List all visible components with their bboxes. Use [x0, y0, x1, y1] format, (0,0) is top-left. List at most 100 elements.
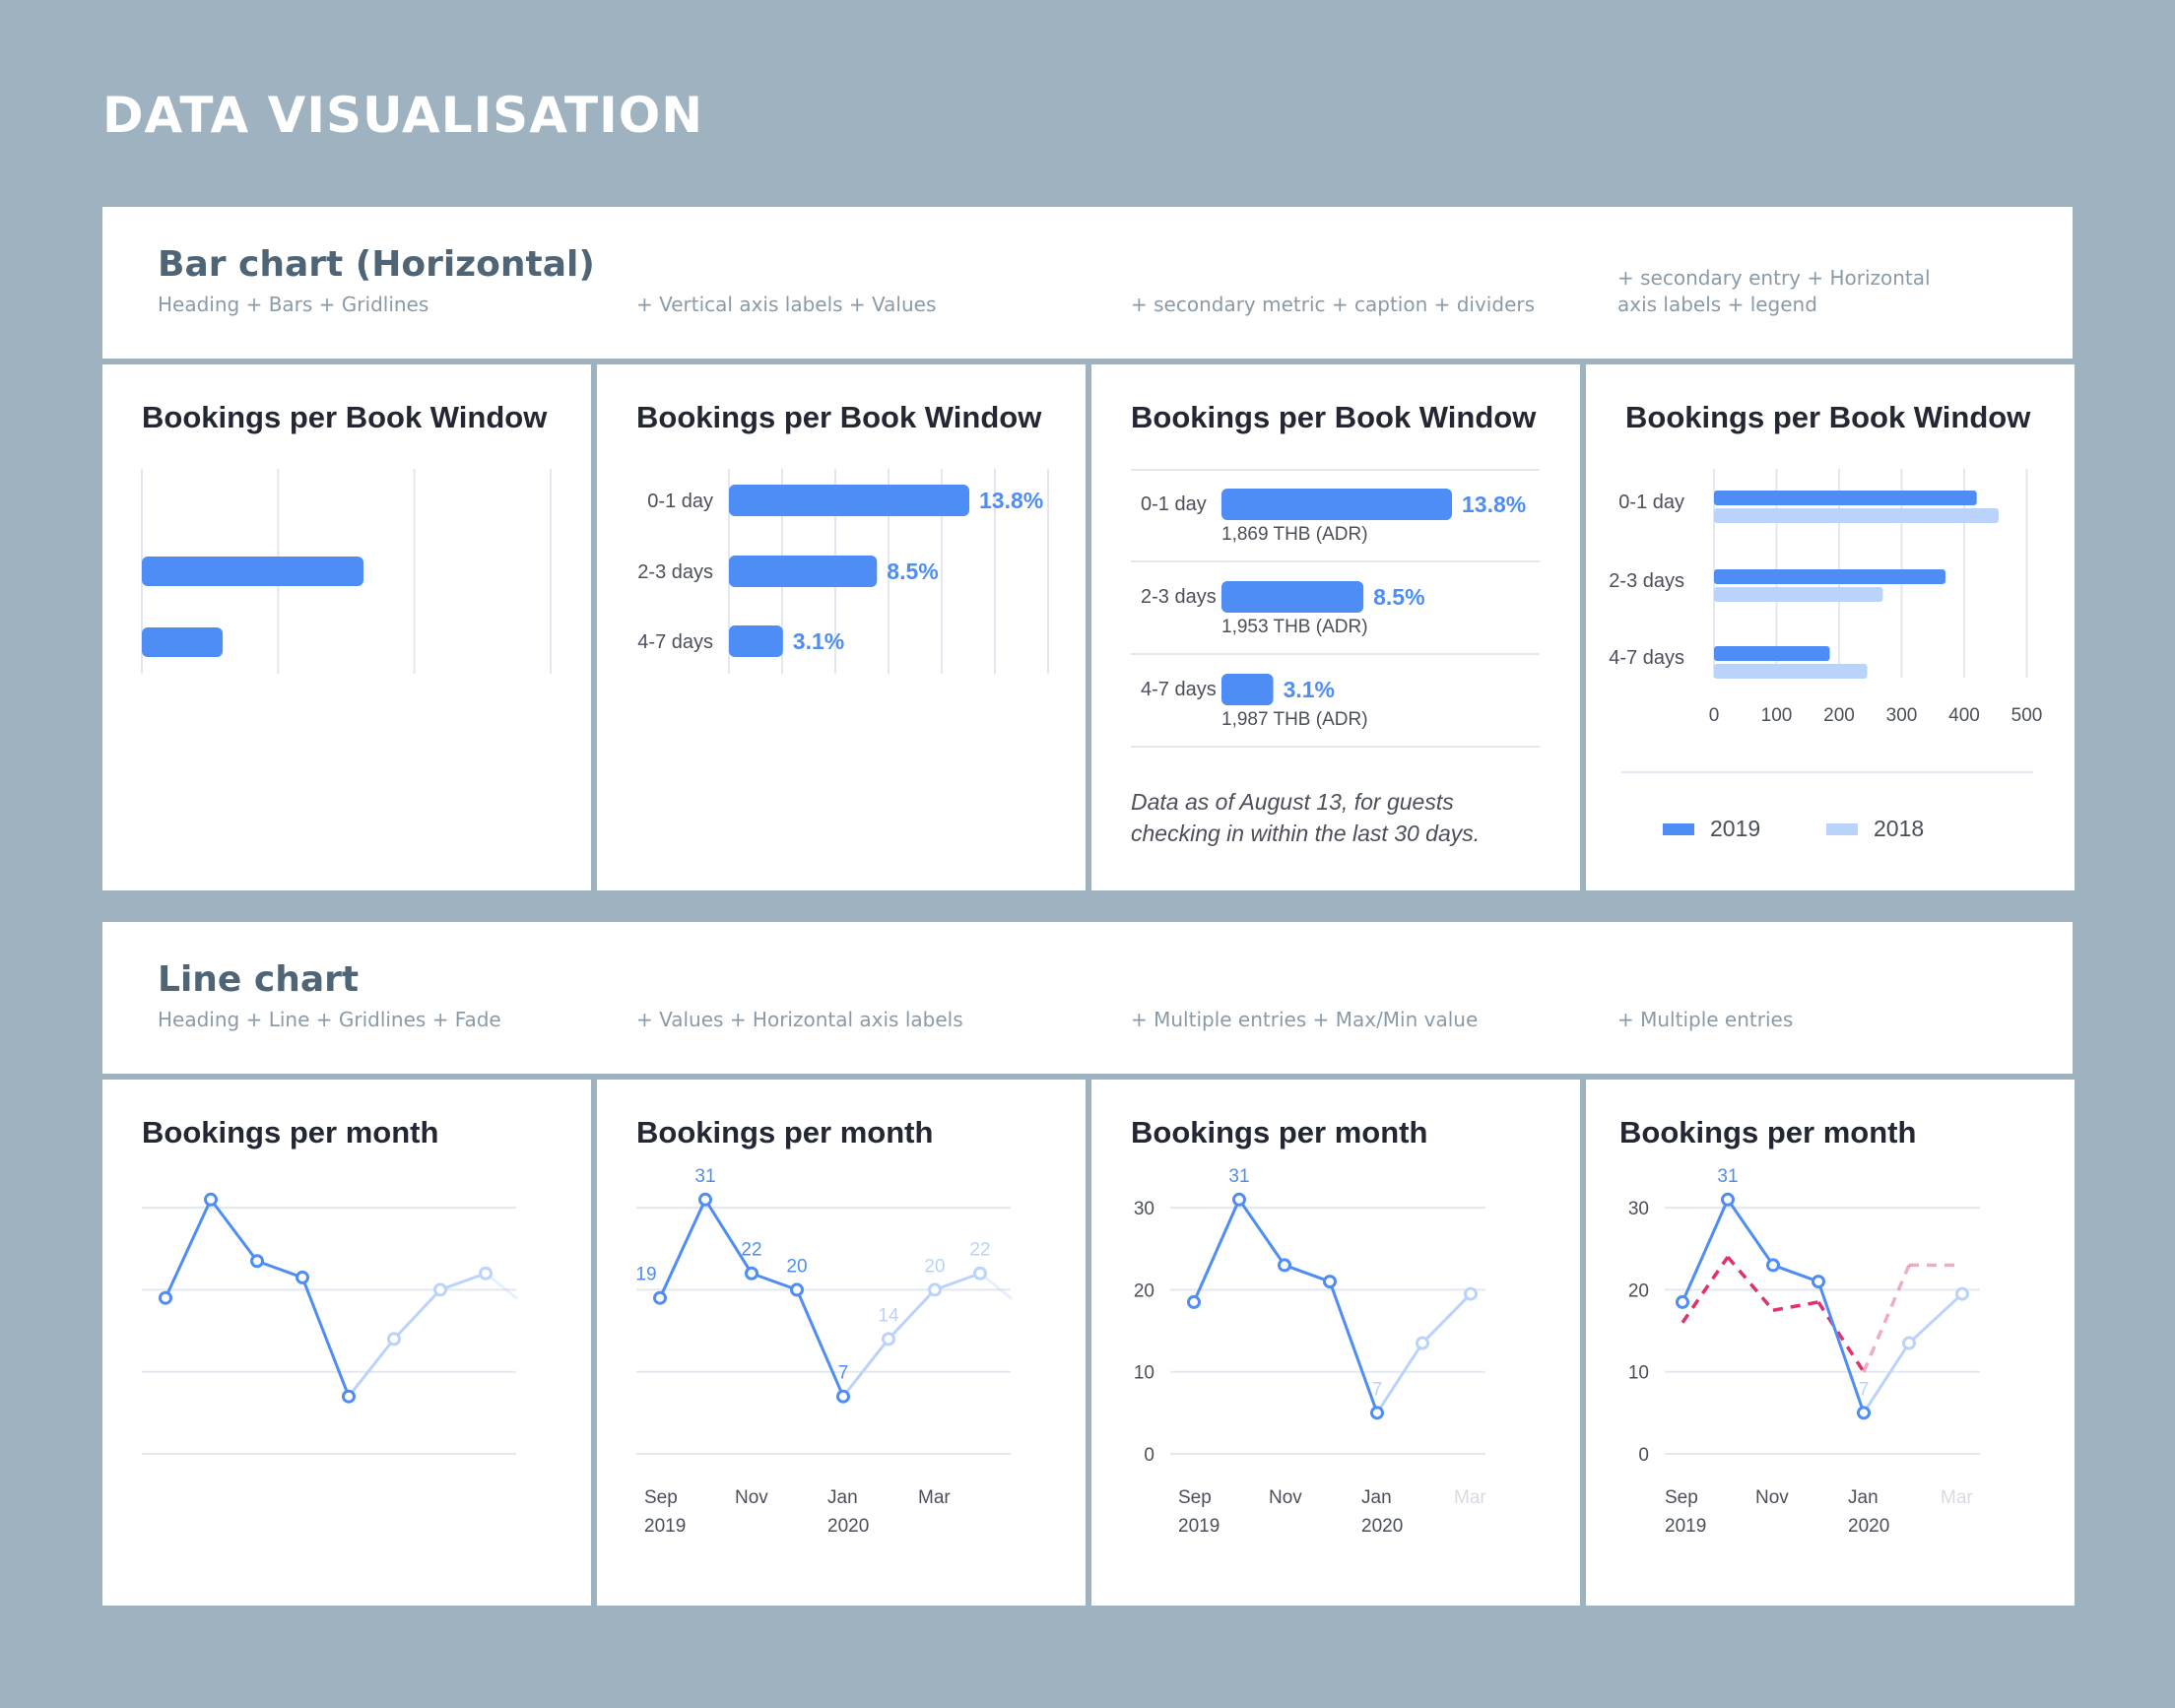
- series-line: [1816, 1280, 1866, 1414]
- data-point: [1676, 1294, 1689, 1309]
- value-label: 14: [878, 1305, 899, 1326]
- bar-2019: [1714, 491, 1977, 505]
- value-label: 13.8%: [1462, 492, 1526, 517]
- bar-2019: [1714, 569, 1945, 584]
- bar-chart-card: Bookings per Book Window 0-1 day 13.8% 1,8…: [1091, 364, 1580, 890]
- secondary-metric: 1,869 THB (ADR): [1221, 524, 1368, 545]
- min-value-label: 7: [1859, 1379, 1870, 1400]
- chart-caption: Data as of August 13, for guests checkin…: [1131, 789, 1481, 846]
- data-point: [1464, 1286, 1478, 1301]
- y-tick-label: 10: [1628, 1363, 1649, 1384]
- legend-label: 2018: [1874, 816, 1925, 841]
- series-line: [1328, 1280, 1379, 1414]
- line-chart-card: Bookings per month 0 10 20 30 31 7 Sep 2019 Nov J…: [1586, 1080, 2075, 1606]
- category-label: 0-1 day: [647, 491, 713, 512]
- series-line: [1681, 1198, 1730, 1304]
- x-tick-label: 100: [1761, 705, 1793, 726]
- series-line: [795, 1287, 845, 1399]
- value-label: 7: [838, 1363, 849, 1384]
- x-tick-month: Mar: [1941, 1487, 1973, 1508]
- x-tick-label: 0: [1709, 705, 1720, 726]
- section-subtitle: + Vertical axis labels + Values: [636, 293, 937, 316]
- x-tick-year: 2019: [1178, 1516, 1219, 1537]
- series-line: [1907, 1292, 1964, 1346]
- data-point: [1232, 1192, 1246, 1207]
- category-label: 4-7 days: [1141, 679, 1217, 700]
- category-label: 0-1 day: [1141, 493, 1207, 515]
- series-line-dashed: [1772, 1300, 1819, 1312]
- bar-chart: 0-1 day 13.8% 2-3 days 8.5% 4-7 days 3.1%: [637, 469, 1049, 674]
- x-tick-month: Nov: [1269, 1487, 1302, 1508]
- category-label: 4-7 days: [637, 631, 713, 653]
- value-label: 22: [969, 1240, 990, 1261]
- data-point: [1721, 1192, 1735, 1207]
- data-point: [973, 1266, 987, 1281]
- value-label: 20: [786, 1256, 807, 1277]
- series-line: [392, 1287, 442, 1341]
- data-point: [1955, 1286, 1969, 1301]
- bar: [142, 557, 363, 586]
- series-line: [1771, 1263, 1820, 1283]
- data-point: [204, 1192, 218, 1207]
- bar: [729, 485, 969, 516]
- series-line: [1375, 1342, 1424, 1414]
- y-tick-label: 20: [1134, 1281, 1154, 1301]
- data-point: [433, 1282, 447, 1297]
- x-tick-month: Nov: [735, 1487, 768, 1508]
- data-point: [1416, 1336, 1429, 1350]
- section-subtitle: Heading + Line + Gridlines + Fade: [158, 1008, 501, 1031]
- data-point: [1370, 1406, 1384, 1420]
- bar: [729, 625, 783, 657]
- line-chart: 0 10 20 30 31 7 Sep 2019 Nov Jan 2020 Mar: [1134, 1166, 1487, 1537]
- bar-chart-card: Bookings per Book Window: [102, 364, 591, 890]
- bar-2018: [1714, 508, 1999, 523]
- category-label: 2-3 days: [1141, 586, 1217, 608]
- data-point: [1187, 1294, 1201, 1309]
- series-line: [300, 1276, 351, 1399]
- value-label: 8.5%: [1373, 584, 1424, 610]
- data-point: [882, 1332, 895, 1347]
- bar-chart-card: Bookings per Book Window 0 100 200 300 400 50…: [1586, 364, 2075, 890]
- value-label: 3.1%: [1284, 677, 1335, 702]
- value-label: 22: [741, 1240, 761, 1261]
- series-line: [164, 1198, 213, 1300]
- line-chart-card: Bookings per month 19 31 22 20 7 14 20 22 Sep 201…: [597, 1080, 1086, 1606]
- x-tick-month: Jan: [1361, 1487, 1392, 1508]
- data-point: [653, 1290, 667, 1305]
- x-tick-month: Mar: [918, 1487, 951, 1508]
- secondary-metric: 1,953 THB (ADR): [1221, 617, 1368, 637]
- data-point: [745, 1266, 758, 1281]
- bar-section-header: Bar chart (Horizontal) Heading + Bars + …: [102, 207, 2073, 359]
- bar-2018: [1714, 664, 1868, 679]
- x-tick-month: Nov: [1755, 1487, 1789, 1508]
- data-point: [928, 1282, 942, 1297]
- y-tick-label: 30: [1134, 1199, 1154, 1219]
- bar-chart-card: Bookings per Book Window 0-1 day 13.8% 2-3…: [597, 364, 1086, 890]
- x-tick-year: 2020: [1848, 1516, 1889, 1537]
- series-line: [841, 1337, 890, 1399]
- line-chart: 0 10 20 30 31 7 Sep 2019 Nov Jan 2020 Mar: [1628, 1166, 1980, 1537]
- x-tick-year: 2020: [827, 1516, 869, 1537]
- bar: [1221, 581, 1364, 613]
- data-point: [342, 1389, 356, 1404]
- data-point: [836, 1389, 850, 1404]
- value-label: 20: [924, 1256, 945, 1277]
- series-line-dashed: [1816, 1300, 1866, 1373]
- bar-2019: [1714, 646, 1830, 661]
- data-point: [1857, 1406, 1871, 1420]
- line-section-header: Line chart Heading + Line + Gridlines + …: [102, 922, 2073, 1074]
- legend-swatch: [1826, 822, 1858, 835]
- bar: [729, 556, 878, 587]
- x-tick-month: Sep: [1665, 1487, 1698, 1508]
- section-subtitle: Heading + Bars + Gridlines: [158, 293, 429, 316]
- bar-2018: [1714, 587, 1883, 602]
- line-chart: [142, 1192, 518, 1455]
- max-value-label: 31: [1717, 1166, 1738, 1187]
- category-label: 0-1 day: [1618, 492, 1684, 513]
- series-line: [347, 1337, 396, 1399]
- value-label: 3.1%: [793, 628, 844, 654]
- value-label: 31: [694, 1166, 715, 1187]
- section-title: Line chart: [158, 959, 360, 1000]
- data-point: [1278, 1258, 1291, 1273]
- data-point: [1902, 1336, 1916, 1350]
